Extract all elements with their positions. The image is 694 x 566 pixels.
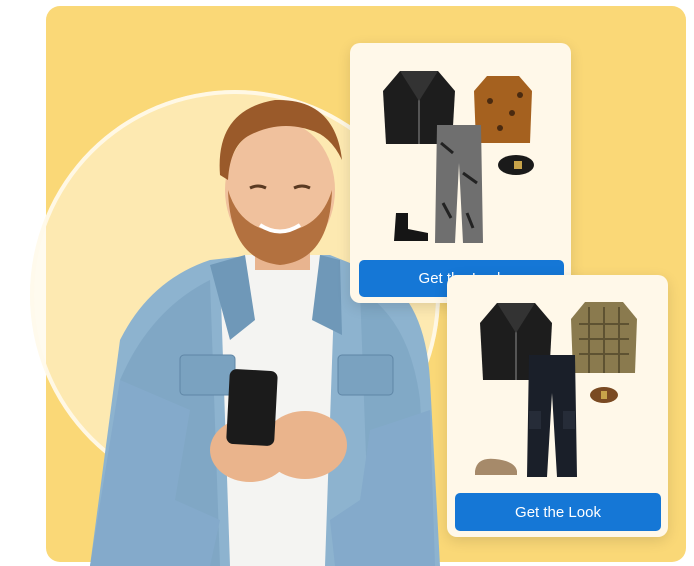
- checked-cardigan-icon: [571, 302, 637, 373]
- black-boots-icon: [394, 213, 428, 241]
- patterned-trousers-icon: [435, 125, 483, 243]
- loafers-icon: [475, 458, 517, 475]
- cargo-pants-icon: [527, 355, 577, 477]
- black-belt-icon: [498, 155, 534, 175]
- get-the-look-button[interactable]: Get the Look: [455, 493, 661, 531]
- brown-belt-icon: [590, 387, 618, 403]
- outfit-card-1: Get the Look: [350, 43, 571, 303]
- outfit-card-2: Get the Look: [447, 275, 668, 537]
